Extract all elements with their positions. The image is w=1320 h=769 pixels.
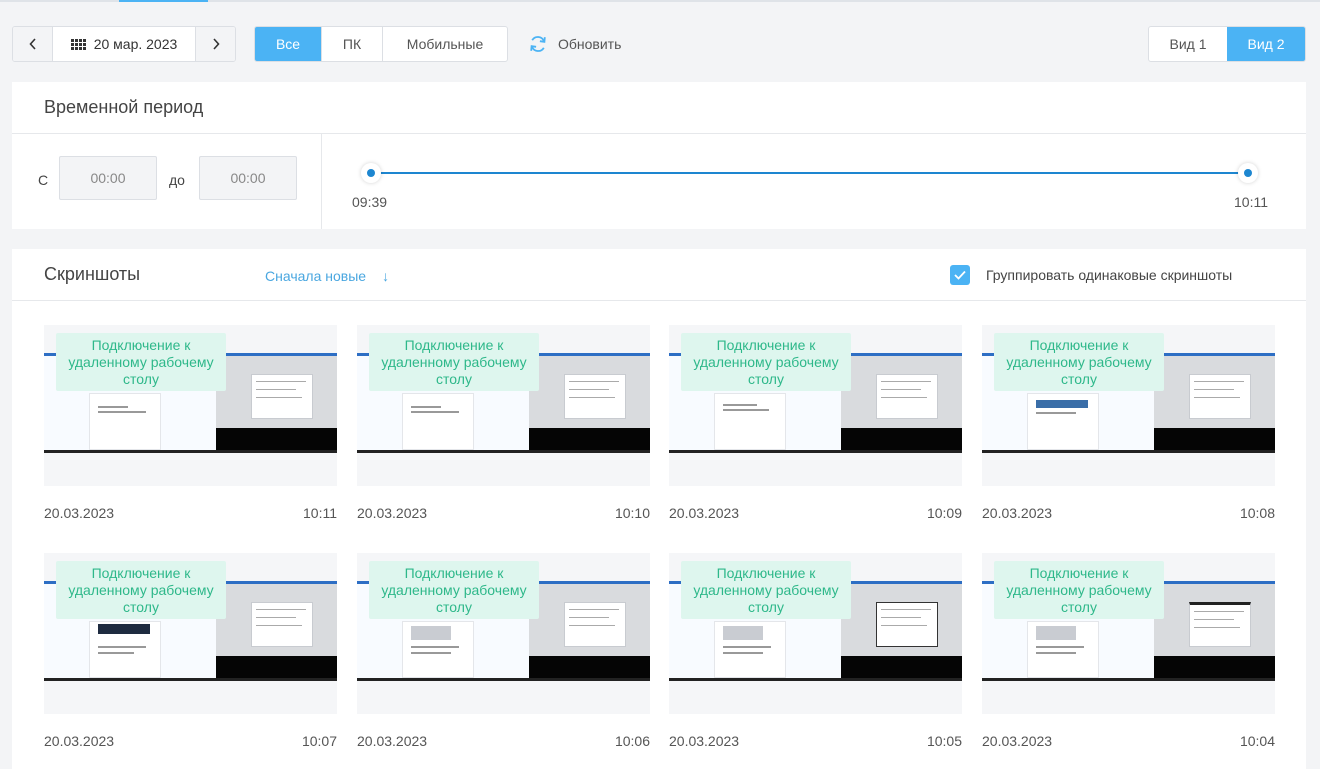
selected-date: 20 мар. 2023 — [93, 36, 178, 52]
screenshot-time: 10:06 — [614, 733, 650, 749]
chevron-left-icon — [28, 38, 36, 50]
screenshot-time: 10:09 — [926, 505, 962, 521]
date-picker-group: 20 мар. 2023 — [12, 26, 236, 62]
app-badge: Подключение к удаленному рабочему столу — [369, 561, 539, 619]
slider-end-handle[interactable] — [1238, 163, 1258, 183]
screenshot-time: 10:11 — [303, 505, 337, 521]
screenshots-panel: Скриншоты Сначала новые ↓ Группировать о… — [12, 249, 1306, 769]
calendar-grid-icon — [70, 38, 86, 50]
to-time-input[interactable]: 00:00 — [199, 156, 297, 200]
slider-start-label: 09:39 — [352, 194, 388, 210]
view-switch-group: Вид 1 Вид 2 — [1148, 26, 1306, 62]
date-picker-button[interactable]: 20 мар. 2023 — [52, 27, 196, 61]
time-period-title: Временной период — [12, 82, 1306, 134]
top-tab-strip — [0, 0, 1320, 2]
filter-all-button[interactable]: Все — [255, 27, 321, 61]
to-label: до — [169, 172, 185, 188]
sort-order-toggle[interactable]: Сначала новые ↓ — [265, 268, 389, 284]
slider-track[interactable] — [370, 172, 1250, 174]
chevron-right-icon — [212, 38, 220, 50]
slider-end-label: 10:11 — [1234, 194, 1268, 210]
device-filter-group: Все ПК Мобильные — [254, 26, 508, 62]
screenshot-date: 20.03.2023 — [982, 733, 1053, 749]
time-period-body: С 00:00 до 00:00 09:39 10:11 — [12, 134, 1306, 229]
screenshot-thumbnail[interactable]: Подключение к удаленному рабочему столу — [669, 325, 962, 486]
time-range-inputs: С 00:00 до 00:00 — [12, 134, 322, 229]
screenshot-thumbnail[interactable]: Подключение к удаленному рабочему столу — [669, 553, 962, 714]
screenshot-date: 20.03.2023 — [669, 733, 740, 749]
screenshot-time: 10:08 — [1239, 505, 1275, 521]
screenshot-date: 20.03.2023 — [44, 505, 115, 521]
app-badge: Подключение к удаленному рабочему столу — [994, 561, 1164, 619]
group-similar-toggle[interactable]: Группировать одинаковые скриншоты — [950, 265, 1232, 285]
screenshot-date: 20.03.2023 — [357, 733, 428, 749]
view-1-button[interactable]: Вид 1 — [1149, 27, 1227, 61]
from-label: С — [38, 172, 49, 188]
refresh-label: Обновить — [558, 36, 622, 52]
app-badge: Подключение к удаленному рабочему столу — [56, 561, 226, 619]
app-badge: Подключение к удаленному рабочему столу — [56, 333, 226, 391]
app-badge: Подключение к удаленному рабочему столу — [681, 333, 851, 391]
screenshot-time: 10:07 — [301, 733, 337, 749]
refresh-icon — [530, 36, 546, 52]
screenshot-time: 10:04 — [1239, 733, 1275, 749]
time-range-slider: 09:39 10:11 — [352, 134, 1272, 229]
screenshot-thumbnail[interactable]: Подключение к удаленному рабочему столу — [982, 325, 1275, 486]
from-time-input[interactable]: 00:00 — [59, 156, 157, 200]
top-tab-active-indicator — [119, 0, 208, 2]
screenshot-date: 20.03.2023 — [669, 505, 740, 521]
next-day-button[interactable] — [196, 27, 235, 61]
check-icon — [954, 270, 966, 280]
screenshot-thumbnail[interactable]: Подключение к удаленному рабочему столу — [44, 553, 337, 714]
screenshot-date: 20.03.2023 — [357, 505, 428, 521]
filter-mobile-button[interactable]: Мобильные — [382, 27, 507, 61]
prev-day-button[interactable] — [13, 27, 52, 61]
view-2-button[interactable]: Вид 2 — [1227, 27, 1305, 61]
group-similar-label: Группировать одинаковые скриншоты — [986, 267, 1233, 283]
screenshots-title: Скриншоты — [44, 264, 141, 284]
screenshot-time: 10:05 — [926, 733, 962, 749]
screenshot-thumbnail[interactable]: Подключение к удаленному рабочему столу — [357, 553, 650, 714]
time-period-panel: Временной период С 00:00 до 00:00 09:39 … — [12, 82, 1306, 229]
screenshot-date: 20.03.2023 — [44, 733, 115, 749]
screenshot-thumbnail[interactable]: Подключение к удаленному рабочему столу — [357, 325, 650, 486]
app-badge: Подключение к удаленному рабочему столу — [681, 561, 851, 619]
screenshots-header: Скриншоты Сначала новые ↓ Группировать о… — [12, 249, 1306, 301]
screenshot-thumbnail[interactable]: Подключение к удаленному рабочему столу — [982, 553, 1275, 714]
group-similar-checkbox[interactable] — [950, 265, 970, 285]
screenshot-date: 20.03.2023 — [982, 505, 1053, 521]
arrow-down-icon: ↓ — [382, 268, 390, 284]
toolbar: 20 мар. 2023 Все ПК Мобильные Обновить В… — [12, 26, 1306, 62]
refresh-button[interactable]: Обновить — [528, 26, 621, 62]
screenshot-thumbnail[interactable]: Подключение к удаленному рабочему столу — [44, 325, 337, 486]
filter-pc-button[interactable]: ПК — [321, 27, 382, 61]
app-badge: Подключение к удаленному рабочему столу — [369, 333, 539, 391]
sort-label: Сначала новые — [265, 268, 367, 284]
slider-start-handle[interactable] — [361, 163, 381, 183]
app-badge: Подключение к удаленному рабочему столу — [994, 333, 1164, 391]
screenshot-time: 10:10 — [614, 505, 650, 521]
